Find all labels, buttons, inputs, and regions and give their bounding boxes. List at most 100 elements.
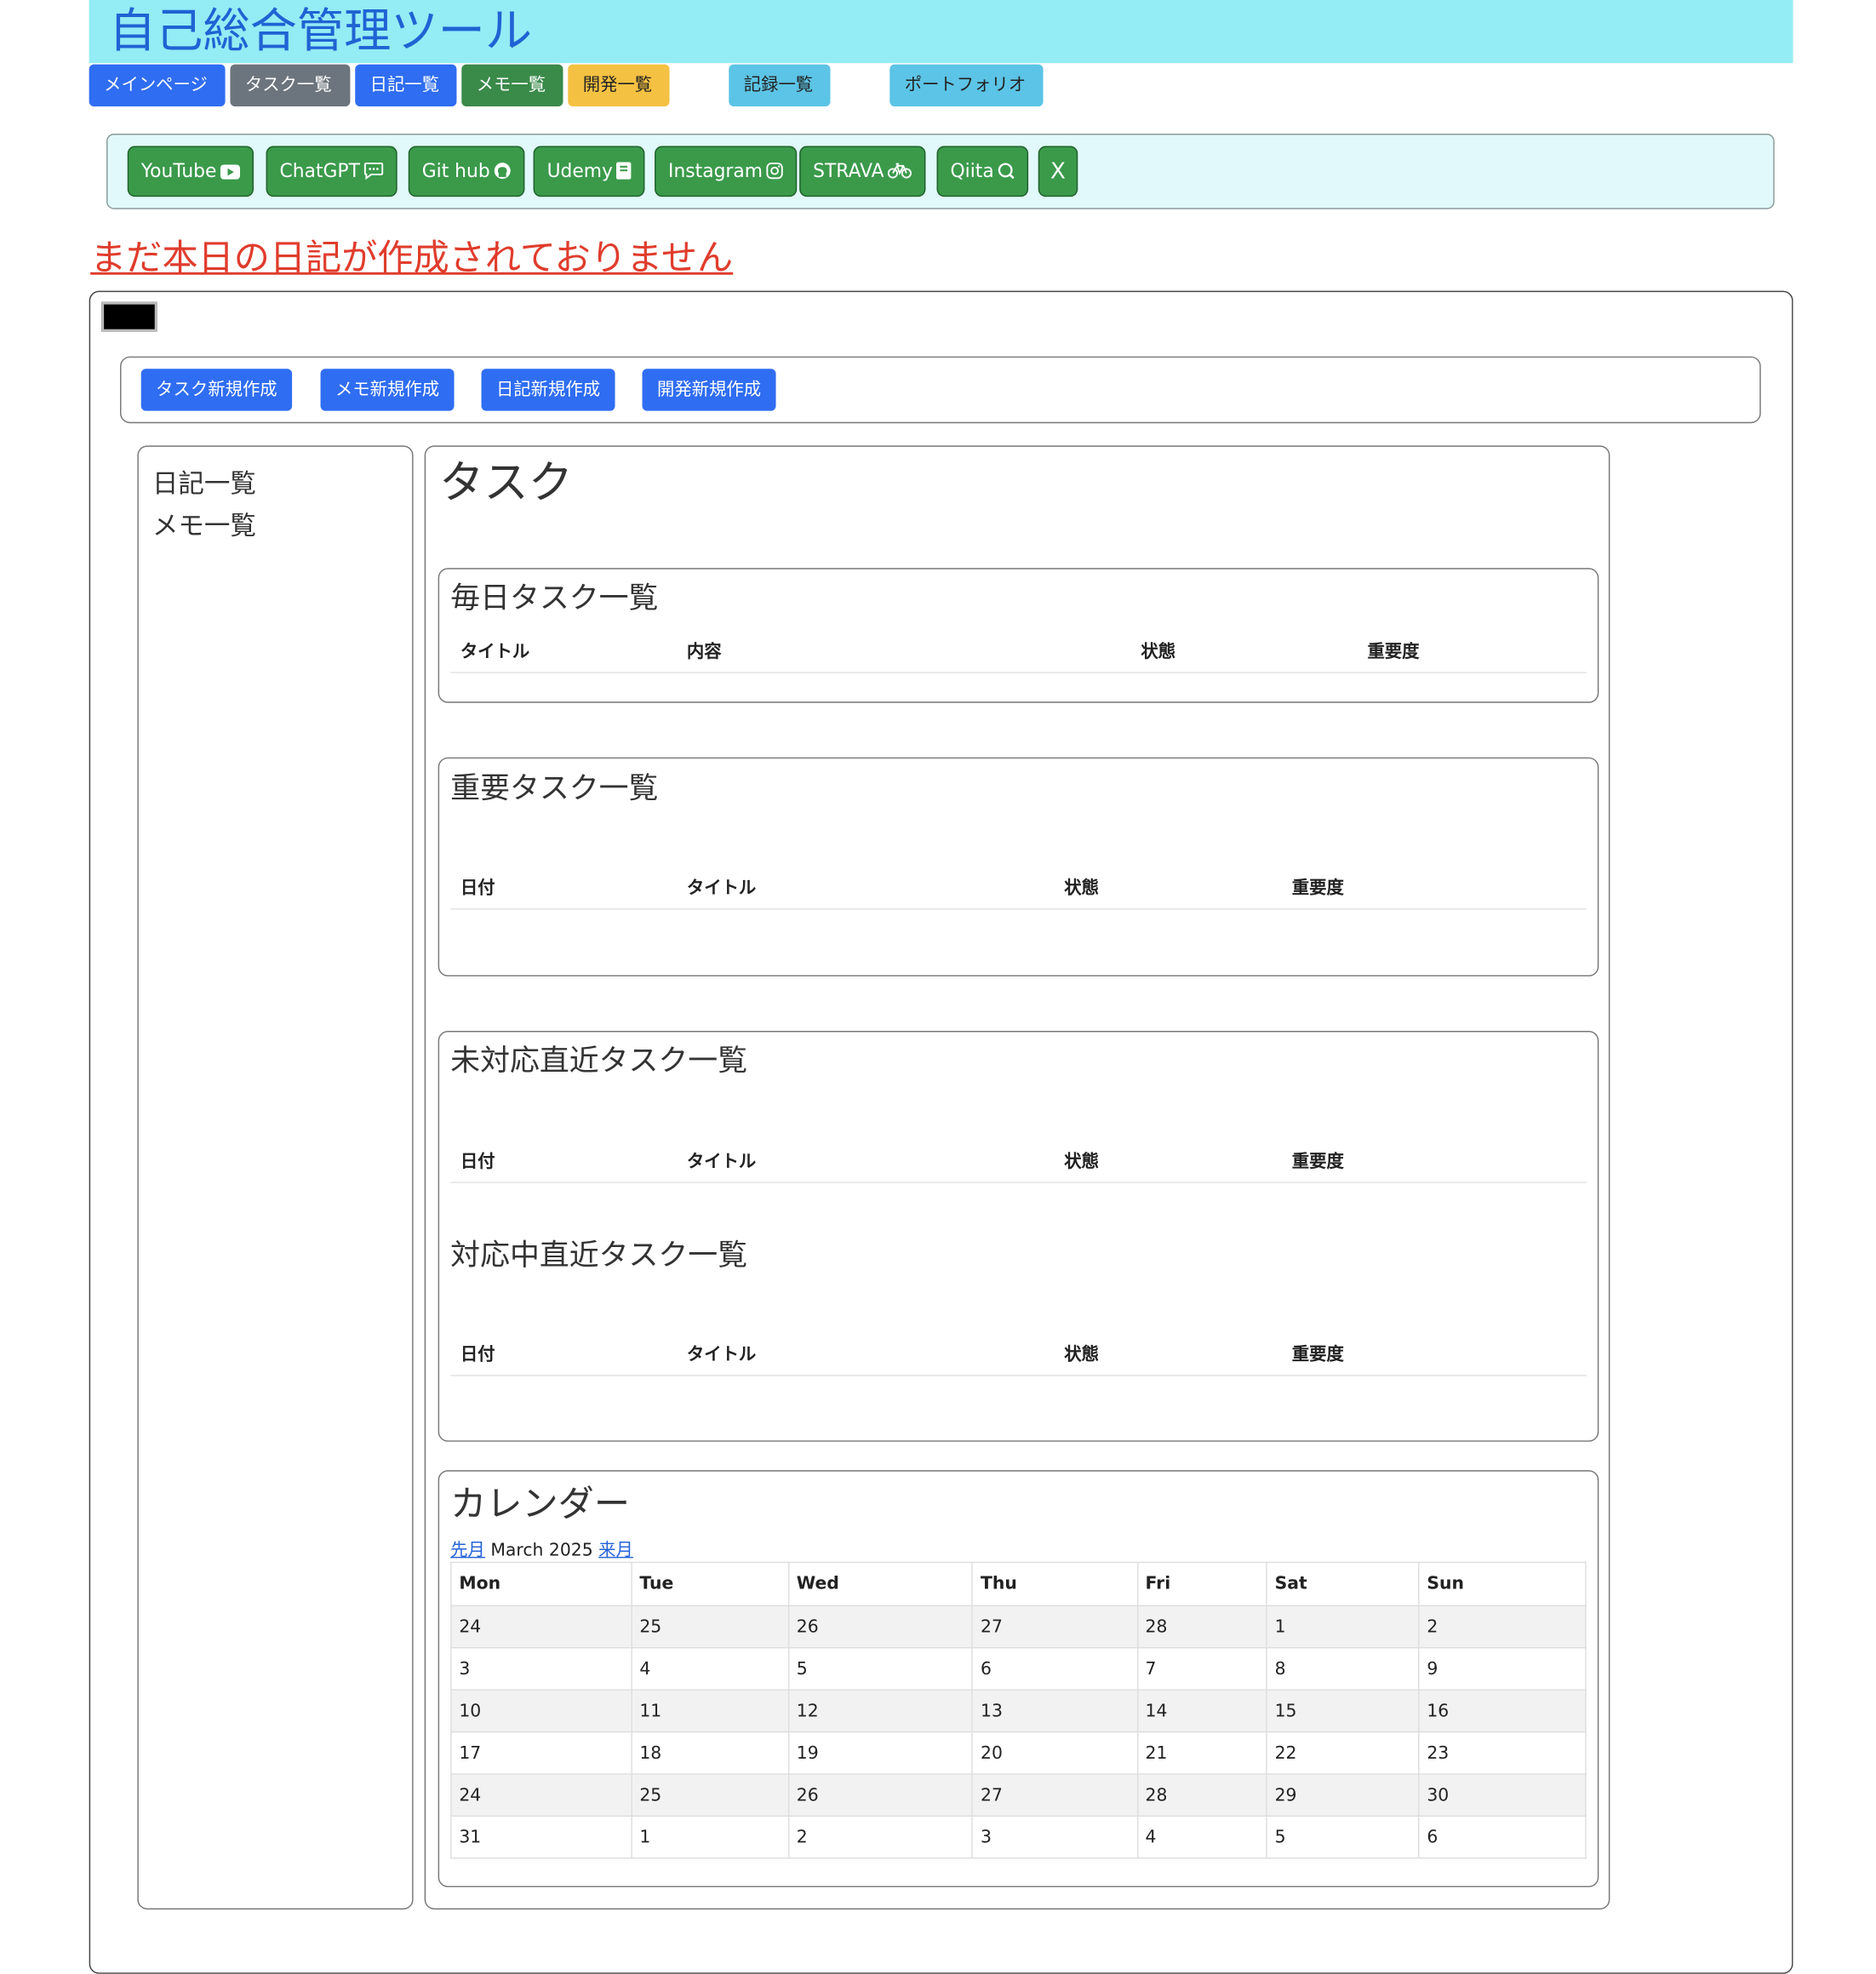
x-icon: X <box>1050 158 1066 185</box>
youtube-icon <box>220 164 241 180</box>
col-header-status: 状態 <box>1141 642 1176 662</box>
calendar-day[interactable]: 14 <box>1136 1689 1267 1733</box>
calendar-day[interactable]: 20 <box>971 1731 1138 1775</box>
calendar-day[interactable]: 25 <box>631 1773 790 1817</box>
calendar-day[interactable]: 31 <box>450 1815 632 1859</box>
calendar-day[interactable]: 27 <box>971 1605 1138 1649</box>
day-header: Fri <box>1136 1561 1267 1607</box>
calendar-day[interactable]: 16 <box>1418 1689 1587 1733</box>
calendar-day[interactable]: 2 <box>787 1815 974 1859</box>
sidebar-item-diary[interactable]: 日記一覧 <box>152 464 256 501</box>
main-nav: メインページ タスク一覧 日記一覧 メモ一覧 開発一覧 記録一覧 ポートフォリオ <box>89 64 1822 107</box>
calendar-day[interactable]: 29 <box>1266 1773 1420 1817</box>
nav-main-page-button[interactable]: メインページ <box>89 64 226 107</box>
black-toggle-button[interactable] <box>101 301 157 332</box>
calendar-day[interactable]: 18 <box>631 1731 790 1775</box>
prev-month-link[interactable]: 先月 <box>450 1541 485 1560</box>
instagram-link-button[interactable]: Instagram <box>655 146 798 197</box>
calendar-day[interactable]: 28 <box>1136 1773 1267 1817</box>
daily-task-title: 毎日タスク一覧 <box>450 580 659 615</box>
next-month-link[interactable]: 来月 <box>598 1541 633 1560</box>
sidebar: 日記一覧 メモ一覧 <box>137 445 414 1910</box>
github-link-button[interactable]: Git hub <box>408 146 525 197</box>
create-diary-button[interactable]: 日記新規作成 <box>481 369 615 411</box>
nav-dev-list-button[interactable]: 開発一覧 <box>568 64 670 107</box>
github-icon <box>494 163 511 180</box>
calendar-day[interactable]: 26 <box>787 1605 974 1649</box>
calendar-day[interactable]: 11 <box>631 1689 790 1733</box>
calendar-day[interactable]: 27 <box>971 1773 1138 1817</box>
calendar-day[interactable]: 19 <box>787 1731 974 1775</box>
calendar-day[interactable]: 10 <box>450 1689 632 1733</box>
day-header: Sat <box>1266 1561 1420 1607</box>
calendar-day[interactable]: 6 <box>971 1647 1138 1691</box>
calendar-day[interactable]: 12 <box>787 1689 974 1733</box>
calendar-table: Mon Tue Wed Thu Fri Sat Sun 24 25 26 27 … <box>450 1561 1587 1859</box>
calendar-day[interactable]: 4 <box>1136 1815 1267 1859</box>
calendar-day[interactable]: 24 <box>450 1773 632 1817</box>
nav-diary-list-button[interactable]: 日記一覧 <box>355 64 457 107</box>
calendar-day[interactable]: 15 <box>1266 1689 1420 1733</box>
col-header-title: タイトル <box>686 878 757 899</box>
calendar-day[interactable]: 24 <box>450 1605 632 1649</box>
calendar-day[interactable]: 28 <box>1136 1605 1267 1649</box>
udemy-link-button[interactable]: Udemy <box>533 146 645 197</box>
calendar-day[interactable]: 22 <box>1266 1731 1420 1775</box>
nav-task-list-button[interactable]: タスク一覧 <box>230 64 351 107</box>
qiita-icon <box>998 163 1015 180</box>
calendar-day[interactable]: 2 <box>1418 1605 1587 1649</box>
col-header-status: 状態 <box>1064 1345 1099 1365</box>
calendar-day[interactable]: 26 <box>787 1773 974 1817</box>
calendar-day[interactable]: 4 <box>631 1647 790 1691</box>
col-header-date: 日付 <box>460 1345 495 1365</box>
calendar-day[interactable]: 17 <box>450 1731 632 1775</box>
calendar-day[interactable]: 5 <box>1266 1815 1420 1859</box>
instagram-label: Instagram <box>668 159 763 182</box>
col-header-status: 状態 <box>1064 878 1099 899</box>
chatgpt-label: ChatGPT <box>279 159 360 182</box>
create-task-button[interactable]: タスク新規作成 <box>140 369 293 411</box>
calendar-day[interactable]: 3 <box>971 1815 1138 1859</box>
table-divider <box>450 1375 1587 1376</box>
create-memo-button[interactable]: メモ新規作成 <box>320 369 455 411</box>
calendar-week-row: 24 25 26 27 28 29 30 <box>450 1773 1587 1817</box>
calendar-week-row: 3 4 5 6 7 8 9 <box>450 1647 1587 1691</box>
calendar-day[interactable]: 7 <box>1136 1647 1267 1691</box>
table-divider <box>450 908 1587 910</box>
qiita-link-button[interactable]: Qiita <box>936 146 1029 197</box>
calendar-day[interactable]: 21 <box>1136 1731 1267 1775</box>
calendar-day[interactable]: 8 <box>1266 1647 1420 1691</box>
important-task-title: 重要タスク一覧 <box>450 770 659 806</box>
diary-warning-link[interactable]: まだ本日の日記が作成されておりません <box>90 230 733 284</box>
calendar-day[interactable]: 3 <box>450 1647 632 1691</box>
nav-record-list-button[interactable]: 記録一覧 <box>729 64 831 107</box>
col-header-priority: 重要度 <box>1291 1345 1344 1365</box>
calendar-day[interactable]: 1 <box>631 1815 790 1859</box>
book-icon <box>616 162 632 180</box>
create-dev-button[interactable]: 開発新規作成 <box>642 369 776 411</box>
youtube-link-button[interactable]: YouTube <box>127 146 255 197</box>
calendar-day[interactable]: 23 <box>1418 1731 1587 1775</box>
col-header-priority: 重要度 <box>1367 642 1420 662</box>
x-link-button[interactable]: X <box>1038 146 1078 197</box>
col-header-title: タイトル <box>686 1345 757 1365</box>
col-header-title: タイトル <box>686 1152 757 1172</box>
calendar-day[interactable]: 13 <box>971 1689 1138 1733</box>
nav-memo-list-button[interactable]: メモ一覧 <box>461 64 563 107</box>
calendar-day[interactable]: 5 <box>787 1647 974 1691</box>
strava-link-button[interactable]: STRAVA <box>799 146 926 197</box>
calendar-day[interactable]: 6 <box>1418 1815 1587 1859</box>
calendar-day[interactable]: 30 <box>1418 1773 1587 1817</box>
inprogress-task-title: 対応中直近タスク一覧 <box>450 1237 748 1273</box>
calendar-week-row: 24 25 26 27 28 1 2 <box>450 1605 1587 1649</box>
calendar-day[interactable]: 25 <box>631 1605 790 1649</box>
sidebar-item-memo[interactable]: メモ一覧 <box>152 506 256 544</box>
day-header: Sun <box>1418 1561 1587 1607</box>
instagram-icon <box>766 162 784 180</box>
calendar-day[interactable]: 1 <box>1266 1605 1420 1649</box>
chatgpt-link-button[interactable]: ChatGPT <box>266 146 398 197</box>
nav-portfolio-button[interactable]: ポートフォリオ <box>889 64 1044 107</box>
calendar-title: カレンダー <box>450 1482 631 1525</box>
calendar-day[interactable]: 9 <box>1418 1647 1587 1691</box>
bicycle-icon <box>888 163 912 179</box>
